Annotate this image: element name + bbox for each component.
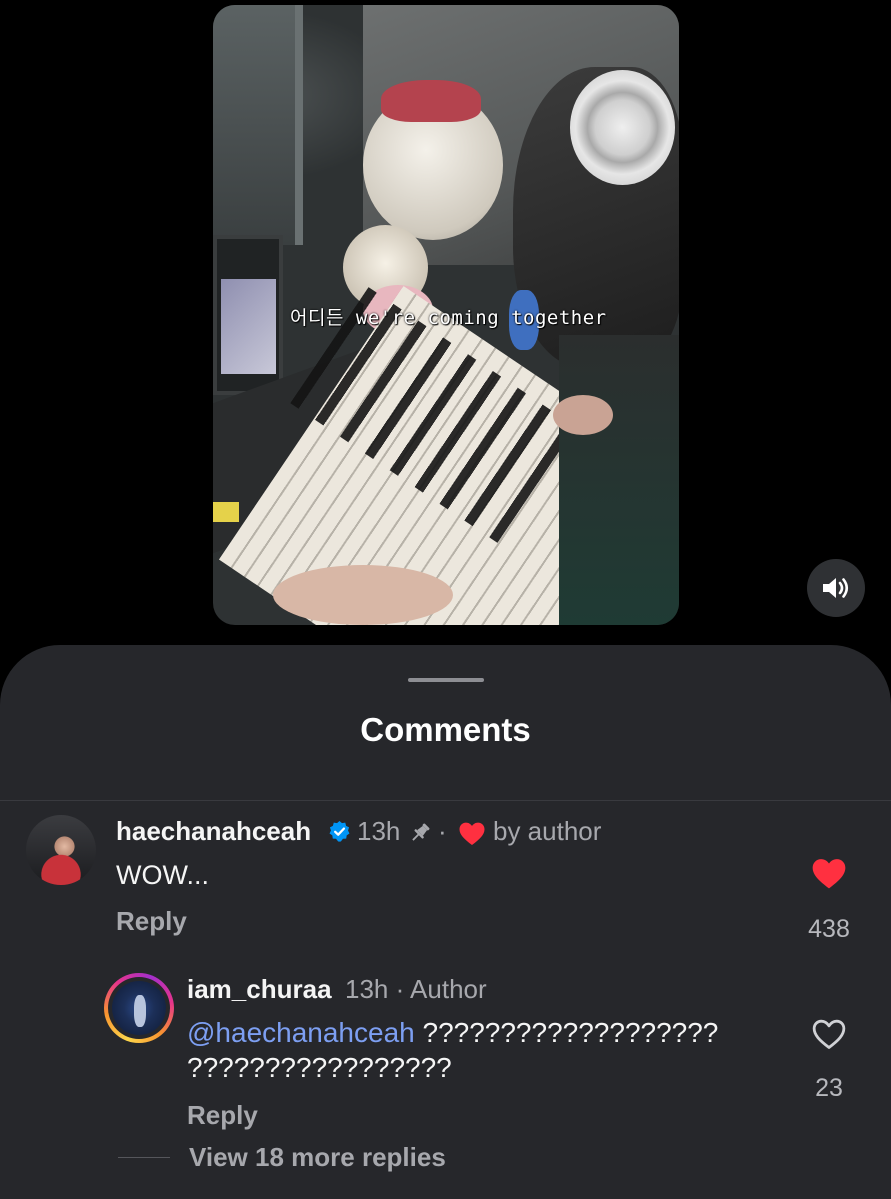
meta-separator: · bbox=[438, 816, 447, 846]
heart-outline-icon[interactable] bbox=[811, 1018, 847, 1051]
video-scene-helmet-ring bbox=[570, 70, 675, 185]
comment-time: 13h bbox=[357, 816, 401, 846]
comments-sheet: Comments haechanahceah 13h · by author W… bbox=[0, 645, 891, 1199]
reel-video[interactable]: 어디든 we're coming together bbox=[213, 5, 679, 625]
video-scene-hand-right bbox=[553, 395, 613, 435]
sound-toggle-button[interactable] bbox=[807, 559, 865, 617]
reply-button[interactable]: Reply bbox=[187, 1100, 258, 1131]
verified-badge-icon bbox=[329, 820, 350, 842]
heart-filled-icon bbox=[459, 822, 485, 845]
comment-text: @haechanahceah ??????????????????? bbox=[187, 1017, 718, 1049]
video-scene-shadow bbox=[559, 335, 679, 625]
comment-username[interactable]: iam_churaa bbox=[187, 974, 332, 1005]
video-scene-hand-left bbox=[273, 565, 453, 625]
video-scene-plush-bow bbox=[381, 80, 481, 122]
pin-icon bbox=[412, 823, 430, 841]
comment-text-part: ??????????????????? bbox=[414, 1017, 719, 1048]
like-count: 23 bbox=[815, 1074, 843, 1102]
video-scene-window bbox=[213, 5, 303, 245]
comment-username[interactable]: haechanahceah bbox=[116, 816, 311, 847]
replies-divider-line bbox=[118, 1157, 170, 1158]
video-scene-sticky-note bbox=[213, 502, 239, 522]
sheet-drag-handle[interactable] bbox=[408, 678, 484, 682]
comment-text-continued: ????????????????? bbox=[187, 1052, 452, 1083]
speaker-volume-icon bbox=[823, 578, 849, 598]
liked-by-author-label: by author bbox=[493, 816, 602, 846]
video-scene-laptop bbox=[213, 235, 283, 395]
mention-link[interactable]: @haechanahceah bbox=[187, 1017, 415, 1048]
avatar[interactable] bbox=[104, 973, 174, 1043]
comment-meta: 13h · Author bbox=[345, 974, 487, 1004]
heart-filled-icon[interactable] bbox=[810, 857, 848, 891]
like-count: 438 bbox=[808, 915, 850, 943]
video-caption: 어디든 we're coming together bbox=[290, 307, 607, 329]
view-more-replies-button[interactable]: View 18 more replies bbox=[189, 1142, 446, 1173]
avatar[interactable] bbox=[26, 815, 96, 885]
sheet-title: Comments bbox=[360, 711, 531, 748]
reply-button[interactable]: Reply bbox=[116, 906, 187, 937]
sheet-divider bbox=[0, 800, 891, 801]
comment-text: WOW... bbox=[116, 860, 209, 890]
